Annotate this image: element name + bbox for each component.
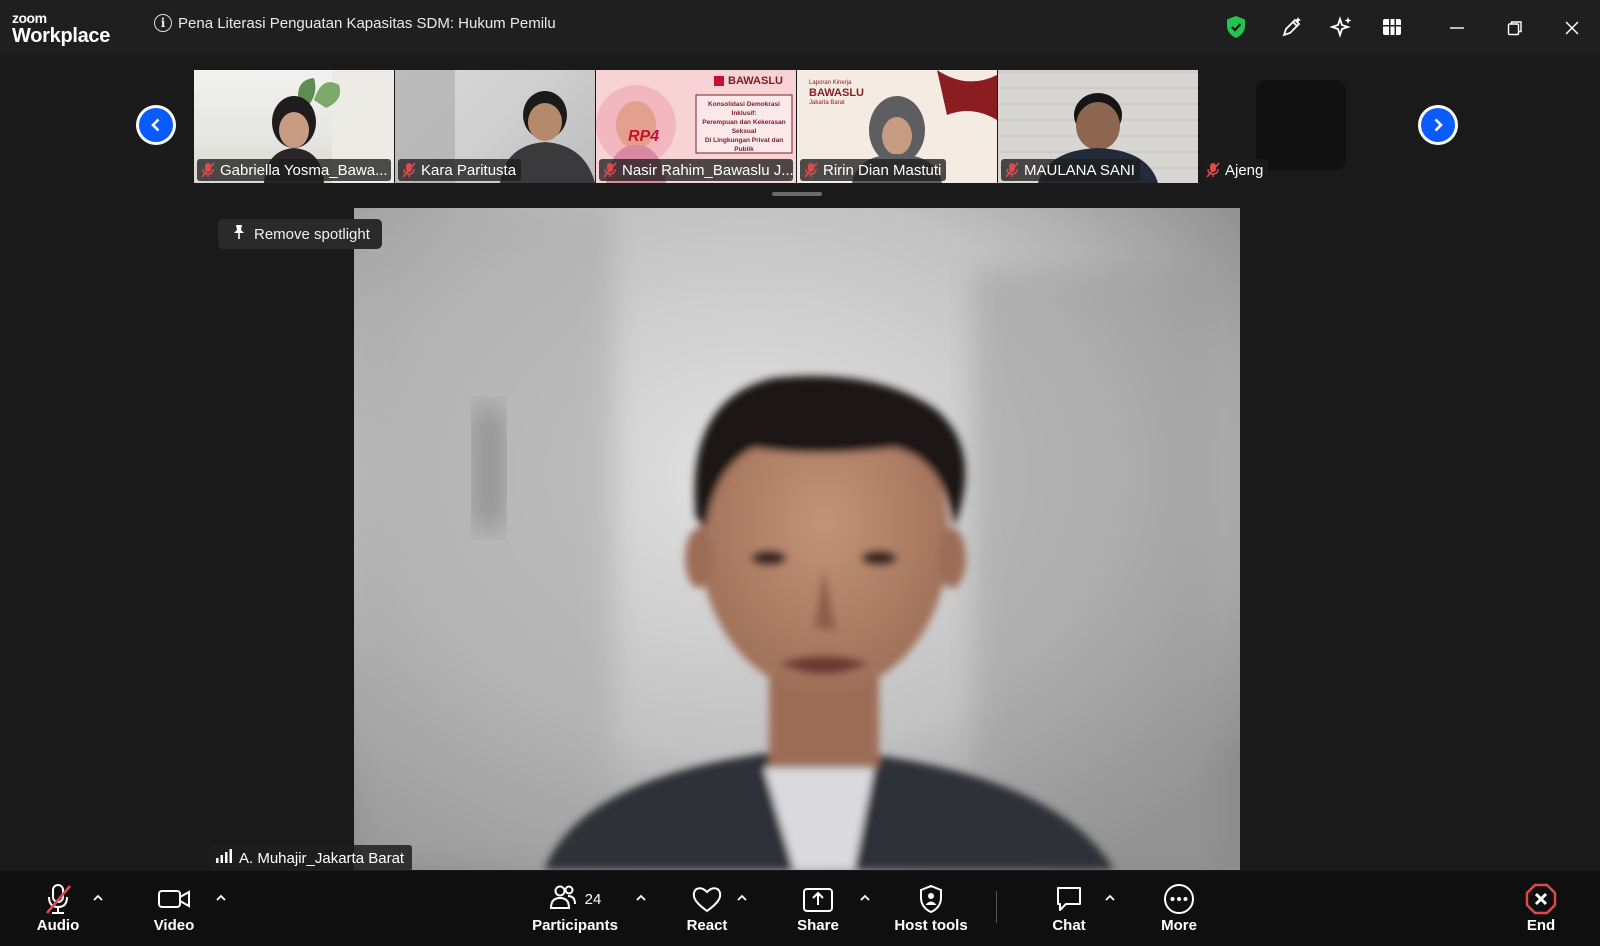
slide-badge: RP4 [628, 128, 660, 145]
remove-spotlight-label: Remove spotlight [254, 225, 370, 243]
speaker-name: A. Muhajir_Jakarta Barat [239, 849, 405, 867]
participants-options-caret[interactable] [634, 891, 648, 903]
backdrop-brand: BAWASLU [809, 87, 864, 99]
participant-tile[interactable]: Kara Paritusta [395, 70, 595, 183]
muted-mic-icon [1005, 162, 1019, 178]
host-tools-button[interactable]: Host tools [883, 883, 979, 934]
signal-icon [215, 849, 233, 867]
video-label: Video [153, 917, 195, 934]
video-options-caret[interactable] [214, 891, 228, 903]
slide-line2: Perempuan dan Kekerasan Seksual [702, 119, 786, 135]
spotlight-video[interactable] [354, 208, 1240, 870]
participant-tile[interactable]: Ajeng [1199, 70, 1399, 183]
participant-name-label: MAULANA SANI [1001, 159, 1140, 181]
shield-icon[interactable] [1223, 14, 1249, 40]
heart-icon [692, 883, 722, 915]
participant-name: Ajeng [1225, 161, 1264, 179]
slide-line1: Konsolidasi Demokrasi Inklusif: [708, 101, 780, 117]
host-tools-label: Host tools [894, 917, 968, 934]
participant-name-label: Gabriella Yosma_Bawa... [197, 159, 391, 181]
annotate-icon[interactable] [1279, 14, 1305, 40]
participant-name-label: Nasir Rahim_Bawaslu J... [599, 159, 793, 181]
muted-mic-icon [1206, 162, 1220, 178]
participant-name: Kara Paritusta [421, 161, 517, 179]
logo-line2: Workplace [12, 25, 111, 47]
apps-icon[interactable] [1379, 14, 1405, 40]
backdrop-top: Laporan Kinerja [809, 80, 852, 86]
logo-line1: zoom [12, 10, 47, 26]
muted-mic-icon [201, 162, 215, 178]
meeting-title[interactable]: i Pena Literasi Penguatan Kapasitas SDM:… [154, 14, 556, 32]
chat-label: Chat [1052, 917, 1086, 934]
end-button[interactable]: End [1493, 883, 1589, 934]
backdrop-sub: Jakarta Barat [809, 100, 845, 106]
more-button[interactable]: More [1131, 883, 1227, 934]
react-options-caret[interactable] [735, 891, 749, 903]
info-icon[interactable]: i [154, 14, 172, 32]
muted-mic-icon [804, 162, 818, 178]
participant-name-label: Kara Paritusta [398, 159, 522, 181]
muted-mic-icon [603, 162, 617, 178]
participant-name-label: Ririn Dian Mastuti [800, 159, 947, 181]
participant-name: Ririn Dian Mastuti [823, 161, 942, 179]
participants-label: Participants [532, 917, 618, 934]
avatar [1256, 80, 1346, 170]
end-icon [1525, 883, 1557, 915]
participant-tile[interactable]: MAULANA SANI [998, 70, 1198, 183]
restore-icon[interactable] [1501, 14, 1529, 42]
more-label: More [1161, 917, 1197, 934]
participant-name-label: Ajeng [1202, 159, 1269, 181]
host-shield-icon [918, 883, 944, 915]
slide-text: Konsolidasi Demokrasi Inklusif: Perempua… [698, 100, 790, 154]
chevron-right-icon[interactable] [1418, 105, 1458, 145]
minimize-icon[interactable] [1443, 14, 1471, 42]
toolbar-divider [996, 891, 997, 923]
participant-name: Gabriella Yosma_Bawa... [220, 161, 388, 179]
title-bar: zoom Workplace i Pena Literasi Penguatan… [0, 0, 1600, 55]
participant-name: MAULANA SANI [1024, 161, 1135, 179]
chat-icon [1054, 883, 1084, 915]
pin-icon [232, 224, 246, 244]
share-icon [802, 883, 834, 915]
slide-line3: Di Lingkungan Privat dan Publik [704, 137, 784, 153]
participants-button[interactable]: 24 Participants [527, 883, 623, 934]
ai-sparkle-icon[interactable] [1329, 14, 1355, 40]
react-label: React [686, 917, 728, 934]
speaker-name-label: A. Muhajir_Jakarta Barat [209, 845, 413, 871]
audio-options-caret[interactable] [91, 891, 105, 903]
participants-icon [549, 884, 577, 915]
zoom-logo: zoom Workplace [12, 11, 110, 46]
muted-mic-icon [402, 162, 416, 178]
video-camera-icon [157, 883, 191, 915]
slide-brand: BAWASLU [728, 75, 783, 87]
share-label: Share [797, 917, 839, 934]
chat-options-caret[interactable] [1103, 891, 1117, 903]
thumbnail-strip: Gabriella Yosma_Bawa... Kara Paritusta B… [0, 55, 1600, 196]
remove-spotlight-button[interactable]: Remove spotlight [218, 219, 382, 249]
participant-tile[interactable]: Gabriella Yosma_Bawa... [194, 70, 394, 183]
participant-tile[interactable]: Laporan Kinerja BAWASLU Jakarta Barat Ri… [797, 70, 997, 183]
chevron-left-icon[interactable] [136, 105, 176, 145]
more-icon [1163, 883, 1195, 915]
participant-tile[interactable]: BAWASLU RP4 Konsolidasi Demokrasi Inklus… [596, 70, 796, 183]
audio-label: Audio [36, 917, 80, 934]
muted-mic-icon [43, 883, 73, 915]
end-label: End [1526, 917, 1556, 934]
share-options-caret[interactable] [858, 891, 872, 903]
meeting-toolbar: Audio Video 24 Participants React Share … [0, 871, 1600, 946]
meeting-title-text: Pena Literasi Penguatan Kapasitas SDM: H… [178, 14, 556, 32]
participant-name: Nasir Rahim_Bawaslu J... [622, 161, 793, 179]
share-button[interactable]: Share [770, 883, 866, 934]
participants-count: 24 [584, 890, 602, 908]
close-icon[interactable] [1558, 14, 1586, 42]
video-button[interactable]: Video [126, 883, 222, 934]
strip-resize-handle[interactable] [772, 192, 822, 196]
